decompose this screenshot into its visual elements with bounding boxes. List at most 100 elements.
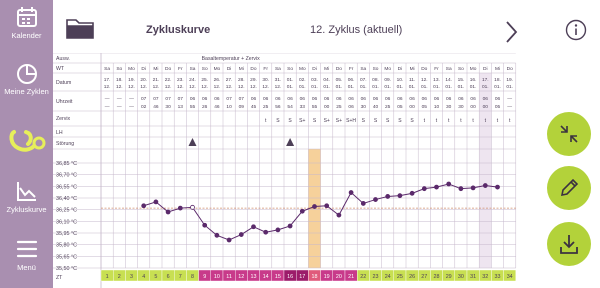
edit-button[interactable]: [547, 166, 591, 210]
zervix-label: t: [436, 118, 438, 124]
zervix-label: S+H: [346, 118, 356, 124]
time-hour-label: —: [507, 97, 512, 102]
row-label-stoerung: Störung: [56, 141, 74, 147]
weekday-label: So: [202, 66, 208, 72]
cycle-day-label: 24: [385, 274, 391, 280]
cycle-day-label: 25: [397, 274, 403, 280]
menu-icon: [16, 240, 37, 258]
temperature-point: [275, 227, 281, 233]
stethoscope-icon: [8, 130, 45, 152]
nav-meine-zyklen[interactable]: Meine Zyklen: [0, 62, 53, 118]
compress-icon: [560, 125, 578, 143]
zervix-label: S+: [336, 118, 342, 124]
cycle-day-label: 9: [203, 274, 206, 280]
nav-zykluskurve[interactable]: Zykluskurve: [0, 180, 53, 226]
highlight-column: [479, 73, 492, 268]
date-month-label: 12.: [201, 84, 208, 90]
info-icon[interactable]: [565, 19, 587, 41]
date-month-label: 12.: [250, 84, 257, 90]
date-month-label: 01.: [409, 84, 416, 90]
date-day-label: 18.: [494, 77, 501, 83]
weekday-label: Fr: [178, 66, 183, 72]
date-month-label: 12.: [275, 84, 282, 90]
disturbance-icon: [188, 138, 197, 146]
time-min-label: —: [507, 105, 512, 110]
cycle-day-label: 20: [336, 274, 342, 280]
date-day-label: 02.: [299, 77, 306, 83]
time-hour-label: 07: [153, 96, 159, 102]
y-tick-label: 35,50 °C: [56, 266, 77, 272]
cycle-day-label: 3: [130, 274, 133, 280]
nav-zykluskurve-label: Zykluskurve: [6, 205, 47, 214]
weekday-label: Di: [141, 66, 146, 72]
date-day-label: 09.: [384, 77, 391, 83]
time-hour-label: 07: [141, 96, 147, 102]
y-tick-label: 36,85 °C: [56, 161, 77, 167]
time-min-label: 06: [348, 104, 354, 110]
date-month-label: 12.: [165, 84, 172, 90]
date-day-label: 07.: [360, 77, 367, 83]
folder-icon[interactable]: [65, 14, 95, 40]
time-min-label: 05: [422, 104, 428, 110]
download-button[interactable]: [547, 222, 591, 266]
date-month-label: 01.: [421, 84, 428, 90]
date-day-label: 25.: [201, 77, 208, 83]
time-hour-label: 06: [275, 96, 281, 102]
download-icon: [560, 235, 578, 254]
pie-chart-icon: [16, 64, 37, 84]
nav-stethoscope[interactable]: [0, 128, 53, 168]
temperature-point: [190, 204, 195, 210]
time-hour-label: 06: [202, 96, 208, 102]
weekday-label: So: [116, 66, 122, 72]
y-tick-label: 36,25 °C: [56, 208, 77, 214]
time-hour-label: 06: [287, 96, 293, 102]
time-hour-label: 06: [263, 96, 269, 102]
zervix-label: t: [265, 118, 267, 124]
nav-kalender[interactable]: Kalender: [0, 6, 53, 50]
time-hour-label: 06: [422, 96, 428, 102]
weekday-label: Do: [507, 66, 513, 72]
time-min-label: 33: [300, 104, 306, 110]
time-min-label: 10: [226, 104, 232, 110]
cycle-chart: Ausw. WT Datum Uhrzeit Zervix LH Störung ZT Basa…: [53, 53, 517, 288]
time-min-label: 30: [165, 104, 171, 110]
time-hour-label: 07: [239, 96, 245, 102]
weekday-label: Do: [250, 66, 256, 72]
date-month-label: 12.: [226, 84, 233, 90]
time-hour-label: 06: [214, 96, 220, 102]
time-min-label: 00: [409, 104, 415, 110]
time-hour-label: 06: [373, 96, 379, 102]
zervix-label: S: [398, 118, 402, 124]
collapse-button[interactable]: [547, 112, 591, 156]
time-hour-label: 06: [312, 96, 318, 102]
temperature-point: [312, 204, 317, 209]
cycle-day-label: 2: [118, 274, 121, 280]
cycle-day-label: 11: [226, 274, 232, 280]
date-month-label: 01.: [445, 84, 452, 90]
date-month-label: 01.: [348, 84, 355, 90]
time-min-label: 02: [141, 104, 147, 110]
date-day-label: 03.: [311, 77, 318, 83]
weekday-label: Mi: [153, 66, 158, 72]
weekday-label: Mo: [214, 66, 221, 72]
temperature-point: [421, 186, 427, 192]
date-month-label: 12.: [262, 84, 269, 90]
date-day-label: 12.: [421, 77, 428, 83]
nav-menu[interactable]: Menü: [0, 238, 53, 282]
time-hour-label: 06: [324, 96, 330, 102]
time-min-label: 55: [312, 104, 318, 110]
cycle-day-label: 33: [495, 274, 501, 280]
zervix-label: S: [276, 118, 280, 124]
cycle-day-label: 18: [312, 274, 318, 280]
chevron-right-icon[interactable]: [503, 20, 519, 44]
cycle-day-label: 22: [360, 274, 366, 280]
zervix-label: t: [472, 118, 474, 124]
row-label-lh: LH: [56, 130, 63, 136]
weekday-label: Mo: [470, 66, 477, 72]
time-min-label: 00: [324, 104, 330, 110]
temperature-point: [263, 229, 269, 235]
date-day-label: 19.: [128, 77, 135, 83]
date-day-label: 17.: [104, 77, 111, 83]
time-min-label: 00: [483, 104, 489, 110]
temperature-point: [226, 237, 232, 243]
